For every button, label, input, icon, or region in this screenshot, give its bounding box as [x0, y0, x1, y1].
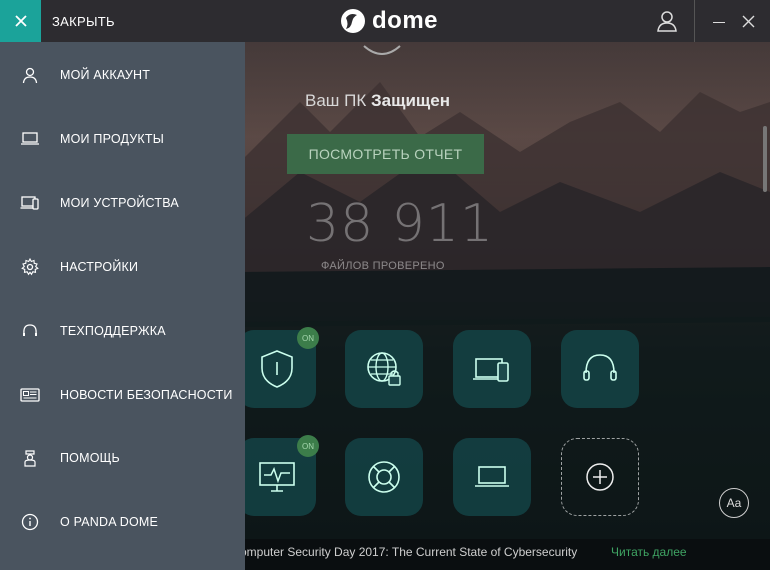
globe-lock-icon	[367, 352, 401, 386]
close-icon	[14, 15, 27, 27]
lifebuoy-icon	[368, 461, 400, 493]
info-icon	[20, 512, 40, 532]
sidebar-item-help[interactable]: ПОМОЩЬ	[0, 438, 245, 478]
files-scanned-count: 38 911	[306, 194, 494, 254]
gear-icon	[20, 257, 40, 277]
titlebar-divider	[694, 0, 695, 42]
shield-icon	[363, 45, 401, 55]
sidebar-item-about[interactable]: О PANDA DOME	[0, 502, 245, 542]
account-button[interactable]	[640, 0, 694, 42]
web-protection-tile[interactable]	[345, 330, 423, 408]
sidebar-item-my-products[interactable]: МОИ ПРОДУКТЫ	[0, 119, 245, 159]
laptop-icon	[475, 466, 509, 487]
sidebar-item-my-devices[interactable]: МОИ УСТРОЙСТВА	[0, 183, 245, 223]
pc-monitor-on-badge: ON	[297, 435, 319, 457]
window-close-button[interactable]	[736, 8, 760, 34]
title-bar: ЗАКРЫТЬ dome	[0, 0, 770, 42]
sidebar-item-settings[interactable]: НАСТРОЙКИ	[0, 247, 245, 287]
files-scanned-label: ФАЙЛОВ ПРОВЕРЕНО	[321, 260, 445, 272]
user-icon	[657, 11, 677, 32]
minimize-button[interactable]	[708, 8, 730, 34]
sidebar-item-label: МОИ УСТРОЙСТВА	[60, 196, 179, 210]
shield-icon	[261, 350, 293, 388]
sidebar-item-security-news[interactable]: НОВОСТИ БЕЗОПАСНОСТИ	[0, 375, 245, 415]
panda-dome-logo: dome	[340, 7, 438, 35]
sidebar-item-label: МОЙ АККАУНТ	[60, 68, 151, 82]
sidebar-item-label: О PANDA DOME	[60, 515, 159, 529]
read-more-link[interactable]: Читать далее	[611, 545, 687, 559]
view-report-button[interactable]: ПОСМОТРЕТЬ ОТЧЕТ	[287, 134, 484, 174]
sidebar-item-label: ТЕХПОДДЕРЖКА	[60, 324, 166, 338]
my-products-tile[interactable]	[453, 438, 531, 516]
panda-logo-icon	[341, 9, 365, 33]
laptop-icon	[20, 129, 40, 149]
user-icon	[20, 65, 40, 85]
add-feature-tile[interactable]	[561, 438, 639, 516]
news-icon	[20, 385, 40, 405]
close-menu-button[interactable]	[0, 0, 41, 42]
devices-icon	[473, 358, 509, 382]
sidebar-item-label: НОВОСТИ БЕЗОПАСНОСТИ	[60, 388, 233, 402]
antivirus-on-badge: ON	[297, 327, 319, 349]
close-menu-label[interactable]: ЗАКРЫТЬ	[52, 14, 115, 29]
sidebar-item-label: ПОМОЩЬ	[60, 451, 120, 465]
sidebar-item-label: НАСТРОЙКИ	[60, 260, 139, 274]
sidebar-item-label: МОИ ПРОДУКТЫ	[60, 132, 165, 146]
sidebar-item-my-account[interactable]: МОЙ АККАУНТ	[0, 55, 245, 95]
status-prefix: Ваш ПК	[305, 91, 367, 110]
support-tile[interactable]	[561, 330, 639, 408]
help-icon	[20, 448, 40, 468]
protection-status: Ваш ПК Защищен	[305, 91, 450, 111]
rescue-kit-tile[interactable]	[345, 438, 423, 516]
add-icon	[586, 463, 614, 491]
status-value: Защищен	[371, 91, 450, 110]
headset-icon	[20, 321, 40, 341]
devices-icon	[20, 193, 40, 213]
logo-text: dome	[372, 7, 439, 34]
monitor-pulse-icon	[259, 462, 295, 492]
scrollbar[interactable]	[763, 126, 767, 192]
close-icon	[742, 15, 754, 27]
sidebar-item-support[interactable]: ТЕХПОДДЕРЖКА	[0, 311, 245, 351]
headset-icon	[583, 354, 617, 381]
news-headline: omputer Security Day 2017: The Current S…	[240, 545, 578, 559]
sidebar-menu: МОЙ АККАУНТ МОИ ПРОДУКТЫ МОИ УСТРОЙСТВА …	[0, 42, 245, 570]
devices-tile[interactable]	[453, 330, 531, 408]
font-size-button[interactable]: Aa	[719, 488, 749, 518]
